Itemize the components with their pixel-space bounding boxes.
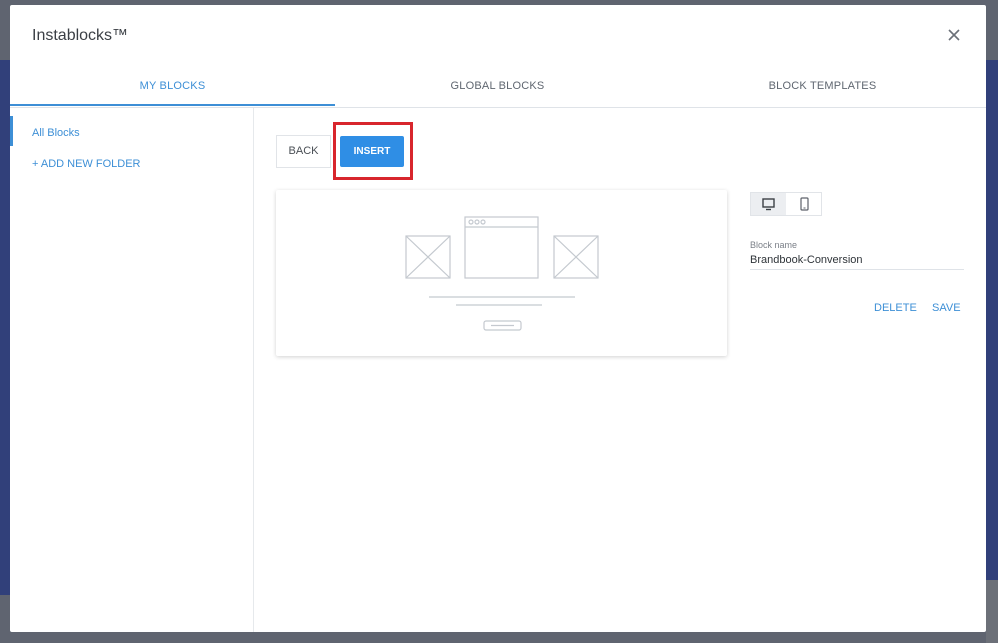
device-toggle (750, 192, 822, 216)
mobile-icon (800, 197, 809, 211)
block-name-input[interactable] (750, 251, 964, 270)
backdrop-right (986, 60, 998, 595)
sidebar-active-indicator (10, 116, 13, 146)
modal-title: Instablocks™ (32, 27, 129, 44)
mobile-view-button[interactable] (787, 193, 822, 215)
block-name-label: Block name (750, 240, 798, 250)
block-preview-card (276, 190, 727, 356)
save-button[interactable]: SAVE (932, 302, 961, 314)
sidebar-item-all-blocks[interactable]: All Blocks (32, 127, 80, 139)
desktop-view-button[interactable] (751, 193, 786, 215)
backdrop-right-low (986, 580, 998, 643)
tab-bar: MY BLOCKS GLOBAL BLOCKS BLOCK TEMPLATES (10, 71, 986, 108)
tab-block-templates[interactable]: BLOCK TEMPLATES (660, 71, 985, 106)
backdrop-left (0, 60, 10, 595)
add-new-folder-link[interactable]: + ADD NEW FOLDER (32, 158, 141, 170)
tab-my-blocks[interactable]: MY BLOCKS (10, 71, 335, 106)
instablocks-modal: Instablocks™ MY BLOCKS GLOBAL BLOCKS BLO… (10, 5, 986, 632)
sidebar: All Blocks + ADD NEW FOLDER (10, 108, 254, 632)
close-button[interactable] (944, 25, 964, 45)
main-content: BACK INSERT Block name Brandbook-Convers… (254, 108, 986, 632)
delete-button[interactable]: DELETE (874, 302, 917, 314)
back-button[interactable]: BACK (276, 135, 331, 168)
block-placeholder-illustration (405, 216, 599, 331)
modal-header: Instablocks™ (10, 5, 986, 65)
tab-global-blocks[interactable]: GLOBAL BLOCKS (335, 71, 660, 106)
close-icon (948, 29, 960, 41)
desktop-icon (762, 198, 775, 211)
insert-highlight-box (333, 122, 413, 180)
